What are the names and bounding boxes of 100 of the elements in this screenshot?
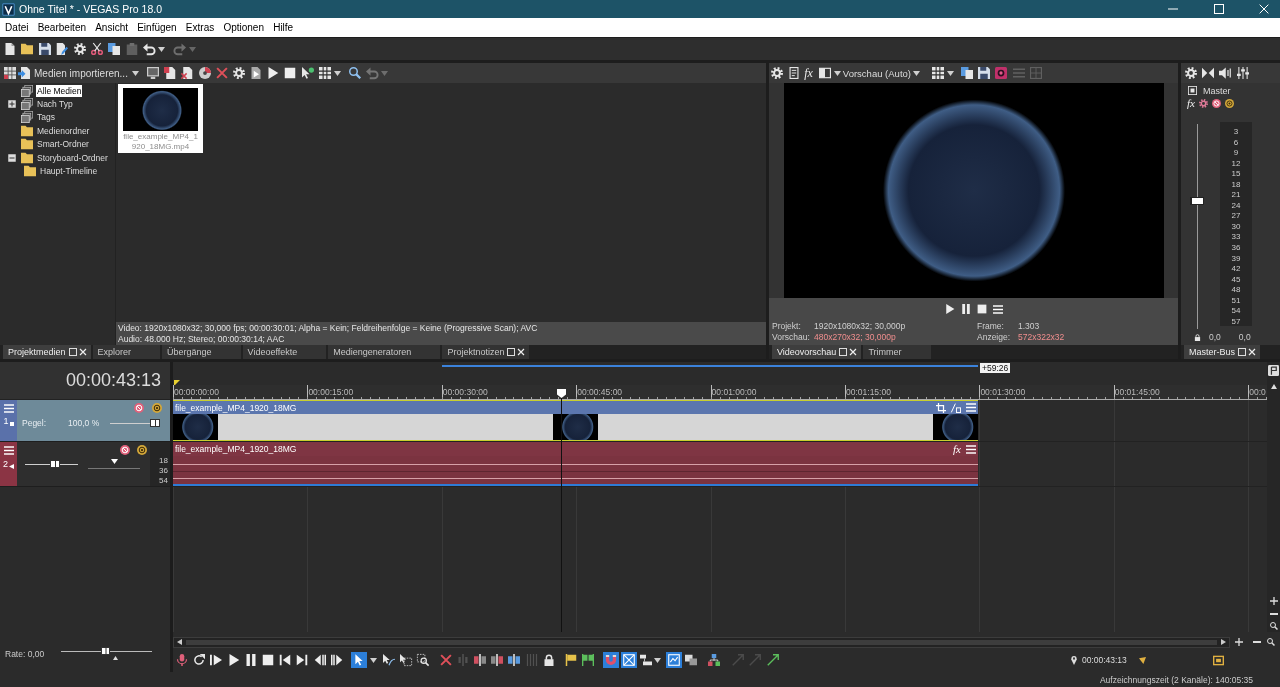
search-icon[interactable] — [1267, 638, 1275, 646]
cursor-box-icon[interactable] — [400, 654, 413, 666]
caret-icon[interactable] — [947, 70, 954, 76]
delete-icon[interactable] — [439, 654, 452, 666]
play-icon[interactable] — [944, 304, 955, 314]
close-icon[interactable] — [78, 348, 87, 356]
stop-icon[interactable] — [261, 654, 274, 666]
crossed-box-icon[interactable] — [620, 652, 637, 668]
stop-icon[interactable] — [976, 304, 987, 314]
overlap-icon[interactable] — [684, 654, 697, 666]
triangle-icon[interactable] — [1138, 656, 1146, 664]
scissors-icon[interactable] — [90, 43, 103, 55]
go-to-start-icon[interactable] — [279, 654, 292, 666]
target-icon[interactable] — [1224, 98, 1234, 108]
tree-item[interactable]: Smart-Ordner — [36, 138, 90, 151]
undock-icon[interactable] — [1238, 348, 1246, 356]
previous-frame-icon[interactable] — [313, 654, 326, 666]
prohibited-icon[interactable] — [120, 445, 130, 455]
page-marked-icon[interactable] — [164, 67, 177, 79]
tree-item[interactable]: Medienordner — [36, 124, 91, 137]
menu-icon[interactable] — [3, 446, 14, 455]
grid-page-icon[interactable] — [4, 67, 16, 79]
menu-item[interactable]: Bearbeiten — [33, 22, 91, 33]
preview-quality-dropdown[interactable]: Vorschau (Auto) — [842, 67, 920, 79]
page-cross-icon[interactable] — [181, 67, 194, 79]
menu-icon[interactable] — [3, 404, 14, 413]
bowtie-icon[interactable] — [1202, 67, 1215, 79]
diagonal-arrow-icon[interactable] — [766, 654, 779, 666]
cursor-curve-icon[interactable] — [383, 654, 396, 666]
effects-button[interactable]: fx — [1187, 97, 1195, 109]
crop-icon[interactable] — [936, 402, 946, 413]
tree-item[interactable]: Haupt-Timeline — [39, 165, 99, 178]
flag-box-icon[interactable] — [1268, 365, 1279, 376]
track-header[interactable]: 1 Pegel: 100,0 % — [0, 400, 170, 442]
caret-icon[interactable] — [158, 46, 166, 52]
caret-icon[interactable] — [913, 70, 920, 76]
scroll-up-icon[interactable] — [1270, 384, 1277, 389]
panel-tab[interactable]: Mediengeneratoren — [328, 345, 441, 359]
target-icon[interactable] — [137, 445, 147, 455]
caret-icon[interactable] — [833, 70, 841, 76]
menu-item[interactable]: Datei — [0, 22, 34, 33]
plus-icon[interactable] — [1269, 597, 1278, 605]
play-icon[interactable] — [267, 67, 280, 79]
panel-tab[interactable]: Explorer — [92, 345, 161, 359]
plus-box-icon[interactable] — [8, 100, 16, 109]
minus-icon[interactable] — [1269, 613, 1278, 615]
play-icon[interactable] — [227, 654, 240, 666]
copy-icon[interactable] — [961, 67, 973, 79]
time-ruler[interactable]: 00:00:00:00 00:00:15:00 00:00:30:00 00:00:45:00 00:01:00:00 00:01:15:00 00:01:30:00 00:01:45:00 00:0 — [173, 385, 1267, 400]
scroll-right-icon[interactable] — [1221, 639, 1226, 645]
panel-tab[interactable]: Videovorschau — [772, 345, 862, 359]
undock-icon[interactable] — [68, 348, 77, 356]
square-dot-icon[interactable] — [1188, 86, 1197, 95]
stacked-bars-icon[interactable] — [639, 654, 652, 666]
caret-icon[interactable] — [370, 657, 378, 663]
minus-box-icon[interactable] — [8, 153, 16, 162]
panel-tab[interactable]: Übergänge — [162, 345, 241, 359]
undo-icon[interactable] — [143, 43, 156, 55]
tree-item[interactable]: Storyboard-Ordner — [36, 151, 109, 164]
tree-item[interactable]: Nach Typ — [36, 98, 74, 111]
slider-thumb[interactable] — [150, 419, 160, 427]
vertical-scrollbar[interactable] — [1267, 362, 1280, 632]
linked-squares-icon[interactable] — [708, 654, 721, 666]
panel-tab[interactable]: Videoeffekte — [242, 345, 327, 359]
go-to-end-icon[interactable] — [296, 654, 309, 666]
prohibited-icon[interactable] — [1211, 98, 1221, 108]
magnet-icon[interactable] — [603, 652, 620, 668]
delete-icon[interactable] — [215, 67, 228, 79]
caret-icon[interactable] — [333, 70, 341, 76]
import-media-button[interactable]: Medien importieren... — [18, 67, 143, 79]
loop-icon[interactable] — [193, 654, 206, 666]
caret-icon[interactable] — [131, 70, 139, 76]
flag-icon[interactable] — [564, 654, 577, 666]
settings-icon[interactable] — [232, 67, 245, 79]
speaker-icon[interactable] — [1219, 67, 1232, 79]
cursor-icon[interactable] — [350, 652, 367, 668]
search-icon[interactable] — [1269, 622, 1278, 630]
disc-icon[interactable] — [198, 67, 211, 79]
microphone-icon[interactable] — [176, 654, 188, 666]
effects-button[interactable]: fx — [953, 443, 961, 455]
new-file-icon[interactable] — [4, 43, 16, 55]
triangle-marker-icon[interactable] — [174, 380, 180, 386]
grid-icon[interactable] — [932, 67, 944, 79]
monitor-icon[interactable] — [146, 67, 159, 79]
menu-item[interactable]: Einfügen — [132, 22, 182, 33]
page-arrow-icon[interactable] — [18, 67, 30, 79]
target-icon[interactable] — [152, 403, 162, 413]
caret-icon[interactable] — [653, 657, 661, 663]
pause-icon[interactable] — [960, 304, 971, 314]
menu-icon[interactable] — [966, 403, 976, 412]
next-frame-icon[interactable] — [330, 654, 343, 666]
pin-icon[interactable] — [1069, 655, 1078, 665]
settings-icon[interactable] — [771, 67, 783, 79]
panel-tab[interactable]: Projektnotizen — [442, 345, 530, 359]
gear-icon[interactable] — [1198, 98, 1208, 108]
save-icon[interactable] — [38, 43, 51, 55]
page-pencil-icon[interactable] — [56, 43, 69, 55]
playhead[interactable] — [557, 389, 566, 632]
grid-icon[interactable] — [318, 67, 331, 79]
horizontal-scrollbar[interactable] — [173, 636, 1230, 648]
